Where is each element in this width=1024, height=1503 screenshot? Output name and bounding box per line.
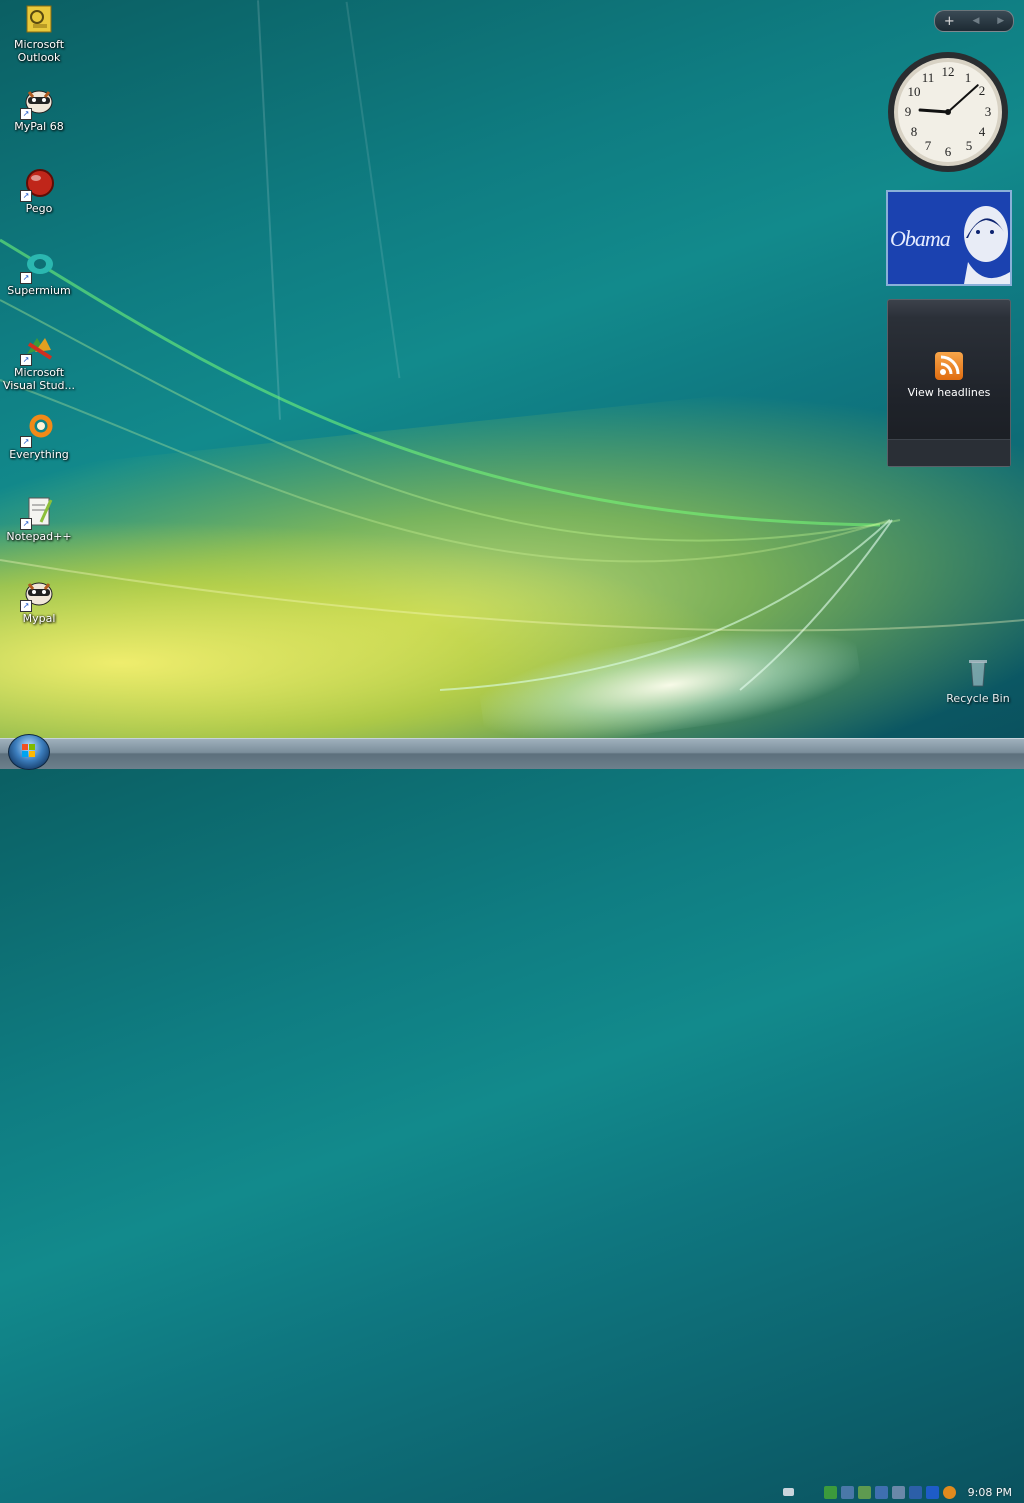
feed-headlines-gadget[interactable]: View headlines: [887, 299, 1011, 467]
antivirus-icon[interactable]: [823, 1485, 837, 1499]
red-orb-icon: ↗: [20, 168, 55, 202]
start-button[interactable]: [8, 734, 50, 770]
svg-text:7: 7: [925, 138, 932, 153]
network-icon[interactable]: [840, 1485, 854, 1499]
desktop-icon-label: Microsoft Visual Stud...: [2, 366, 76, 392]
desktop-icon-visual-studio[interactable]: ↗ Microsoft Visual Stud...: [0, 332, 78, 392]
desktop-icon-label: MyPal 68: [14, 120, 64, 133]
windows-orb-icon: [22, 744, 35, 757]
desktop-icon-outlook[interactable]: Microsoft Outlook: [0, 4, 78, 64]
volume-icon[interactable]: [891, 1485, 905, 1499]
desktop-icon-label: Pego: [25, 202, 53, 215]
desktop-icon-label: Microsoft Outlook: [13, 38, 65, 64]
svg-text:9: 9: [905, 104, 912, 119]
desktop-icon-label: Supermium: [7, 284, 71, 297]
svg-text:2: 2: [979, 83, 986, 98]
desktop-icon-supermium[interactable]: ↗ Supermium: [0, 250, 78, 297]
clock-hour-hand: [918, 108, 950, 114]
desktop-icon-mypal[interactable]: ↗ Mypal: [0, 578, 78, 625]
teal-browser-icon: ↗: [20, 250, 55, 284]
recycle-bin-label: Recycle Bin: [946, 692, 1010, 705]
desktop-icon-label: Mypal: [22, 612, 56, 625]
photo-caption: Obama: [890, 226, 951, 251]
display-icon[interactable]: [874, 1485, 888, 1499]
svg-text:4: 4: [979, 124, 986, 139]
desktop-icon-everything[interactable]: ↗ Everything: [0, 414, 78, 461]
raccoon-icon: ↗: [20, 578, 55, 612]
rss-icon: [935, 352, 963, 380]
desktop-wallpaper: [0, 0, 1024, 740]
svg-text:6: 6: [945, 144, 952, 159]
search-icon[interactable]: [942, 1485, 956, 1499]
svg-text:3: 3: [985, 104, 992, 119]
clock-gadget[interactable]: 12 1 2 345 678 9 10 11: [886, 50, 1010, 174]
desktop-icon-label: Notepad++: [6, 530, 72, 543]
notepad-plus-plus-icon: ↗: [20, 496, 55, 530]
security-shield-icon[interactable]: [908, 1485, 922, 1499]
sync-icon[interactable]: [857, 1485, 871, 1499]
desktop-icon-notepad-plus-plus[interactable]: ↗ Notepad++: [0, 496, 78, 543]
svg-text:1: 1: [965, 70, 972, 85]
desktop-icon-pego[interactable]: ↗ Pego: [0, 168, 78, 215]
sidebar-controls: + ◀ ▶: [934, 10, 1014, 32]
svg-text:11: 11: [922, 70, 935, 85]
slideshow-gadget[interactable]: Obama: [886, 190, 1012, 286]
keyboard-icon[interactable]: [782, 1488, 794, 1496]
raccoon-icon: ↗: [20, 86, 55, 120]
desktop-icon-recycle-bin[interactable]: Recycle Bin: [940, 656, 1016, 705]
clock-time[interactable]: 9:08 PM: [968, 1486, 1012, 1499]
previous-page-icon[interactable]: ◀: [973, 16, 980, 26]
orange-search-icon: ↗: [20, 414, 55, 448]
add-gadget-button[interactable]: +: [944, 14, 955, 29]
desktop-icon-label: Everything: [9, 448, 69, 461]
language-icon[interactable]: [925, 1485, 939, 1499]
system-tray: 9:08 PM: [782, 1481, 1012, 1503]
svg-text:5: 5: [966, 138, 973, 153]
taskbar: 9:08 PM: [0, 738, 1024, 1499]
next-page-icon[interactable]: ▶: [997, 16, 1004, 26]
desktop-icon-mypal-68[interactable]: ↗ MyPal 68: [0, 86, 78, 133]
svg-text:10: 10: [908, 84, 921, 99]
view-headlines-link[interactable]: View headlines: [888, 386, 1010, 399]
svg-text:12: 12: [942, 64, 955, 79]
recycle-bin-icon: [962, 656, 994, 688]
svg-text:8: 8: [911, 124, 918, 139]
visual-studio-icon: ↗: [20, 332, 55, 366]
outlook-icon: [23, 4, 55, 36]
